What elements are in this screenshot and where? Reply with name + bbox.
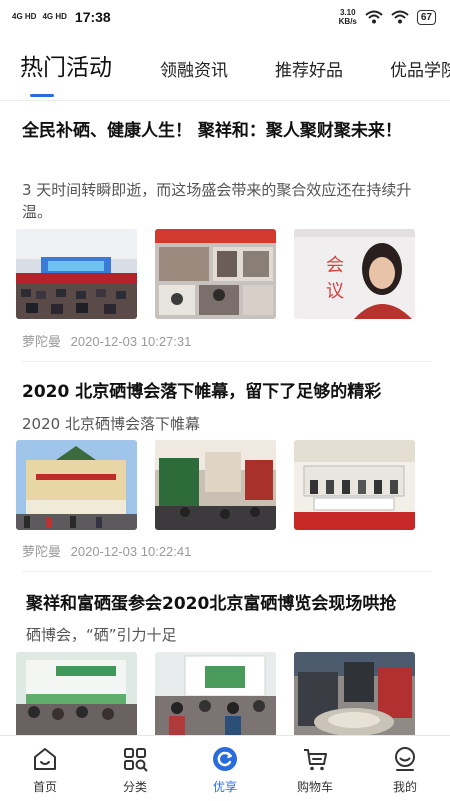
speed-unit: KB/s: [338, 17, 357, 26]
article-separator: [22, 361, 432, 362]
svg-text:会: 会: [326, 255, 344, 276]
article-image: [155, 652, 276, 735]
youxiang-icon: [213, 747, 237, 771]
tab-finance-news[interactable]: 领融资讯: [160, 56, 228, 81]
battery-indicator: 67: [416, 9, 436, 25]
nav-profile[interactable]: 我的: [360, 736, 450, 801]
article-title[interactable]: 全民补硒、健康人生！ 聚祥和：聚人聚财聚未来！: [22, 116, 432, 146]
wifi-icon: [365, 10, 383, 24]
svg-text:议: 议: [326, 281, 344, 302]
article-image: 会 议: [294, 229, 415, 319]
article-summary: 3 天时间转瞬即逝，而这场盛会带来的聚合效应还在持续升温。: [22, 181, 412, 221]
wifi-icon-2: [391, 10, 409, 24]
nav-cart-label: 购物车: [296, 780, 333, 794]
speed-value: 3.10: [339, 8, 356, 17]
category-icon: [124, 748, 148, 772]
article-meta: 萝陀曼 2020-12-03 10:22:41: [22, 541, 191, 560]
cart-icon: [304, 749, 327, 771]
nav-youxiang-label: 优享: [212, 780, 237, 794]
bottom-navigation: 首页 分类 优享 购物车 我的: [0, 735, 450, 801]
signal-left: 4G HD: [12, 12, 37, 21]
tab-premium-academy[interactable]: 优品学院: [390, 56, 450, 81]
article-image: [155, 229, 276, 319]
home-icon: [34, 748, 56, 770]
article-image: [16, 440, 137, 530]
status-time: 17:38: [74, 9, 111, 25]
article-summary: 2020 北京硒博会落下帷幕: [22, 415, 200, 433]
article-images: [16, 440, 416, 530]
nav-cart[interactable]: 购物车: [270, 736, 360, 801]
article-author: 萝陀曼: [22, 544, 62, 559]
article-title[interactable]: 聚祥和富硒蛋参会2020北京富硒博览会现场哄抢: [26, 589, 436, 619]
article-images: 会 议: [16, 229, 416, 319]
tab-hot-activities[interactable]: 热门活动: [20, 50, 112, 82]
nav-category-label: 分类: [122, 780, 147, 794]
status-bar: 4G HD 4G HD 17:38 3.10 KB/s 67: [0, 0, 450, 34]
article-meta: 萝陀曼 2020-12-03 10:27:31: [22, 331, 191, 350]
article-time: 2020-12-03 10:27:31: [70, 334, 192, 349]
article-image: [16, 652, 137, 735]
nav-youxiang[interactable]: 优享: [180, 736, 270, 801]
article-separator: [22, 571, 432, 572]
article-image: [16, 229, 137, 319]
article-summary: 硒博会，“硒”引力十足: [26, 626, 177, 644]
category-tabs: 热门活动 领融资讯 推荐好品 优品学院: [0, 50, 450, 95]
article-feed[interactable]: 全民补硒、健康人生！ 聚祥和：聚人聚财聚未来！ 3 天时间转瞬即逝，而这场盛会带…: [0, 101, 450, 735]
article-title[interactable]: 2020 北京硒博会落下帷幕，留下了足够的精彩: [22, 377, 432, 407]
nav-home-label: 首页: [32, 780, 57, 794]
tab-recommended-goods[interactable]: 推荐好品: [275, 56, 343, 81]
profile-icon: [395, 747, 415, 771]
active-tab-indicator: [30, 94, 54, 97]
nav-home[interactable]: 首页: [0, 736, 90, 801]
signal-right: 4G HD: [42, 12, 67, 21]
article-time: 2020-12-03 10:22:41: [70, 544, 192, 559]
article-image: [294, 652, 415, 735]
network-speed: 3.10 KB/s: [339, 8, 357, 26]
article-images: [16, 652, 416, 735]
nav-profile-label: 我的: [392, 780, 417, 794]
signal-indicators: 4G HD 4G HD: [12, 13, 67, 21]
article-author: 萝陀曼: [22, 334, 62, 349]
article-image: [155, 440, 276, 530]
article-image: [294, 440, 415, 530]
nav-category[interactable]: 分类: [90, 736, 180, 801]
